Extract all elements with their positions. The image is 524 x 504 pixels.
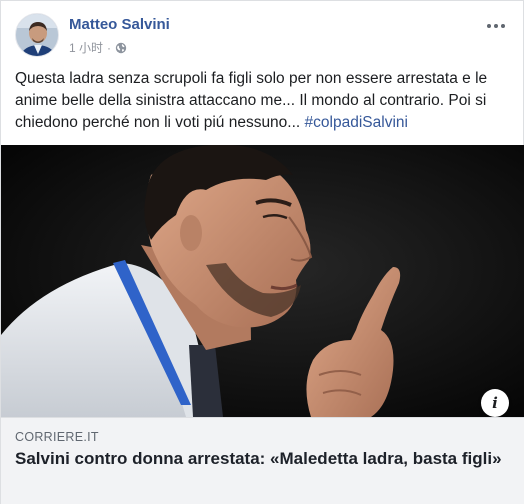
hashtag-link[interactable]: #colpadiSalvini — [305, 114, 408, 131]
facebook-post-card: Matteo Salvini 1 小时 · Questa ladra senza… — [0, 0, 524, 504]
link-title[interactable]: Salvini contro donna arrestata: «Maledet… — [15, 448, 505, 470]
link-domain: CORRIERE.IT — [15, 430, 99, 444]
meta-separator: · — [107, 40, 112, 55]
speaker-photo-image — [1, 145, 524, 417]
info-icon[interactable]: i — [481, 389, 509, 417]
more-options-icon[interactable] — [483, 17, 509, 35]
globe-icon[interactable] — [115, 42, 127, 54]
post-message: Questa ladra senza scrupoli fa figli sol… — [15, 68, 515, 134]
avatar-portrait-icon — [16, 14, 58, 56]
post-header: Matteo Salvini 1 小时 · — [15, 13, 511, 59]
post-meta: 1 小时 · — [69, 39, 127, 56]
post-timestamp[interactable]: 1 小时 — [69, 39, 103, 56]
author-name[interactable]: Matteo Salvini — [69, 16, 170, 33]
author-avatar[interactable] — [15, 13, 59, 57]
link-preview-box[interactable]: CORRIERE.IT Salvini contro donna arresta… — [1, 417, 524, 504]
link-preview-image[interactable] — [1, 145, 524, 417]
post-body-text: Questa ladra senza scrupoli fa figli sol… — [15, 70, 488, 131]
